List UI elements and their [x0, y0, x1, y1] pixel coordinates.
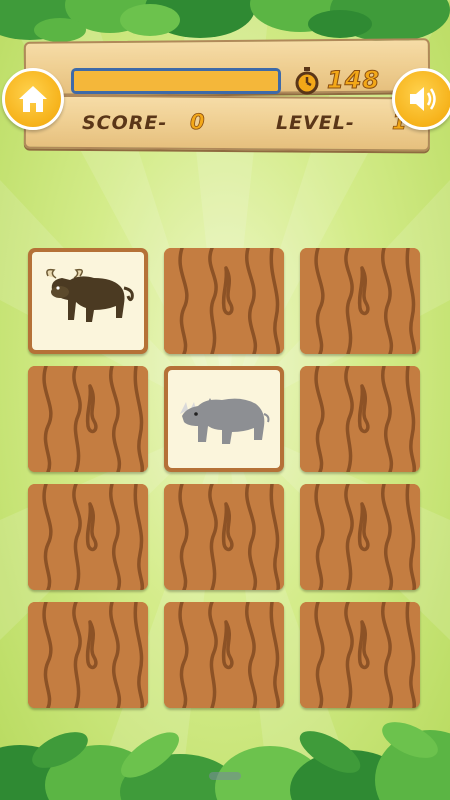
wood-grain-pattern [300, 602, 420, 708]
card-grid [28, 248, 420, 708]
speaker-icon [410, 87, 436, 111]
level-label: LEVEL- [276, 112, 355, 134]
wood-grain-pattern [300, 484, 420, 590]
time-progress-fill [74, 71, 278, 91]
wood-grain-pattern [28, 602, 148, 708]
card-face-content [32, 252, 144, 350]
rhinoceros-icon [180, 398, 270, 444]
card-face-up-buffalo[interactable] [28, 248, 148, 354]
home-icon [19, 86, 47, 112]
card-face-down[interactable] [28, 484, 148, 590]
card-face-down[interactable] [164, 602, 284, 708]
score-value: 0 [190, 110, 205, 135]
card-face-content [168, 370, 280, 468]
wood-grain-pattern [164, 602, 284, 708]
wood-grain-pattern [164, 248, 284, 354]
card-face-down[interactable] [300, 484, 420, 590]
home-button[interactable] [2, 68, 64, 130]
card-face-down[interactable] [300, 248, 420, 354]
sound-button[interactable] [392, 68, 450, 130]
buffalo-icon [46, 268, 134, 322]
score-label: SCORE- [82, 112, 168, 134]
hud-board: 148 SCORE- 0 LEVEL- 1 [23, 38, 431, 152]
wood-grain-pattern [28, 366, 148, 472]
wood-grain-pattern [28, 484, 148, 590]
card-face-down[interactable] [28, 366, 148, 472]
time-progress-bar [71, 68, 281, 94]
card-face-up-rhinoceros[interactable] [164, 366, 284, 472]
wood-grain-pattern [300, 248, 420, 354]
home-indicator-pill[interactable] [209, 772, 241, 780]
card-face-down[interactable] [164, 248, 284, 354]
card-face-down[interactable] [164, 484, 284, 590]
stopwatch-icon [295, 67, 319, 95]
card-face-down[interactable] [28, 602, 148, 708]
wood-grain-pattern [164, 484, 284, 590]
timer-value: 148 [326, 66, 381, 95]
card-face-down[interactable] [300, 602, 420, 708]
card-face-down[interactable] [300, 366, 420, 472]
wood-grain-pattern [300, 366, 420, 472]
